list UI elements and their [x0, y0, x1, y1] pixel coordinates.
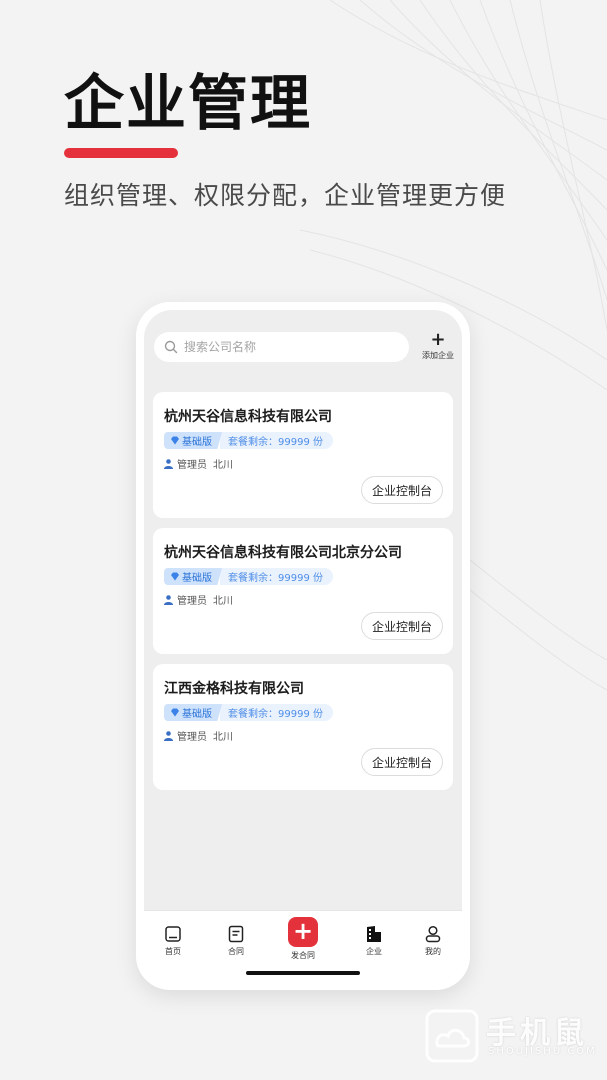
admin-name: 北川 — [213, 596, 233, 607]
admin-info: 管理员 北川 — [164, 728, 233, 743]
diamond-icon — [171, 708, 179, 717]
tab-label: 首页 — [165, 947, 181, 956]
tab-label: 我的 — [425, 947, 441, 956]
home-icon — [165, 926, 181, 942]
plan-badge: 基础版 — [164, 704, 222, 721]
admin-info: 管理员 北川 — [164, 456, 233, 471]
plan-remaining: 套餐剩余：99999 份 — [220, 568, 333, 585]
plan-name: 基础版 — [182, 573, 212, 584]
admin-name: 北川 — [213, 460, 233, 471]
company-name: 杭州天谷信息科技有限公司北京分公司 — [164, 545, 402, 561]
company-card[interactable]: 杭州天谷信息科技有限公司北京分公司 基础版 套餐剩余：99999 份 管理员 北… — [153, 528, 453, 654]
title-underline — [64, 148, 178, 158]
building-icon — [367, 926, 381, 942]
plus-icon: + — [430, 329, 446, 350]
admin-name: 北川 — [213, 732, 233, 743]
admin-label: 管理员 — [177, 596, 207, 607]
diamond-icon — [171, 436, 179, 445]
plus-icon: + — [288, 917, 318, 947]
profile-icon — [425, 925, 441, 943]
home-indicator — [246, 971, 360, 975]
tab-contract[interactable]: 合同 — [211, 925, 261, 957]
tab-send-contract[interactable]: + 发合同 — [278, 917, 328, 961]
tab-home[interactable]: 首页 — [148, 925, 198, 957]
user-icon — [164, 458, 173, 469]
search-icon — [164, 340, 178, 354]
search-input[interactable] — [184, 340, 384, 354]
plan-info: 基础版 套餐剩余：99999 份 — [164, 568, 333, 585]
search-box[interactable] — [154, 332, 409, 362]
tab-label: 合同 — [228, 947, 244, 956]
page-subtitle: 组织管理、权限分配，企业管理更方便 — [64, 181, 507, 210]
watermark-site: SHOUJISHU.COM — [488, 1046, 597, 1057]
plan-remaining: 套餐剩余：99999 份 — [220, 704, 333, 721]
add-company-label: 添加企业 — [422, 351, 454, 360]
enterprise-console-button[interactable]: 企业控制台 — [360, 748, 443, 776]
plan-name: 基础版 — [182, 709, 212, 720]
tab-label: 企业 — [366, 947, 382, 956]
add-company-button[interactable]: + 添加企业 — [418, 329, 458, 364]
diamond-icon — [171, 572, 179, 581]
enterprise-console-button[interactable]: 企业控制台 — [360, 612, 443, 640]
plan-name: 基础版 — [182, 437, 212, 448]
tab-label: 发合同 — [291, 951, 315, 960]
tab-enterprise[interactable]: 企业 — [349, 925, 399, 957]
enterprise-console-button[interactable]: 企业控制台 — [360, 476, 443, 504]
plan-remaining: 套餐剩余：99999 份 — [220, 432, 333, 449]
company-name: 杭州天谷信息科技有限公司 — [164, 409, 332, 425]
company-card[interactable]: 江西金格科技有限公司 基础版 套餐剩余：99999 份 管理员 北川 企业控制台 — [153, 664, 453, 790]
admin-info: 管理员 北川 — [164, 592, 233, 607]
watermark: 手机鼠 SHOUJISHU.COM — [424, 1006, 597, 1066]
plan-badge: 基础版 — [164, 568, 222, 585]
company-card[interactable]: 杭州天谷信息科技有限公司 基础版 套餐剩余：99999 份 管理员 北川 企业控… — [153, 392, 453, 518]
admin-label: 管理员 — [177, 460, 207, 471]
plan-info: 基础版 套餐剩余：99999 份 — [164, 432, 333, 449]
top-bar: + 添加企业 — [144, 310, 462, 372]
company-name: 江西金格科技有限公司 — [164, 681, 304, 697]
plan-info: 基础版 套餐剩余：99999 份 — [164, 704, 333, 721]
admin-label: 管理员 — [177, 732, 207, 743]
bottom-tab-bar: 首页 合同 + 发合同 企业 我的 — [144, 910, 462, 982]
contract-icon — [228, 925, 244, 943]
user-icon — [164, 594, 173, 605]
watermark-logo-icon — [425, 1009, 479, 1063]
tab-profile[interactable]: 我的 — [408, 925, 458, 957]
phone-screen: + 添加企业 杭州天谷信息科技有限公司 基础版 套餐剩余：99999 份 — [144, 310, 462, 982]
plan-badge: 基础版 — [164, 432, 222, 449]
user-icon — [164, 730, 173, 741]
page-title: 企业管理 — [64, 69, 312, 139]
phone-mockup: + 添加企业 杭州天谷信息科技有限公司 基础版 套餐剩余：99999 份 — [136, 302, 470, 990]
